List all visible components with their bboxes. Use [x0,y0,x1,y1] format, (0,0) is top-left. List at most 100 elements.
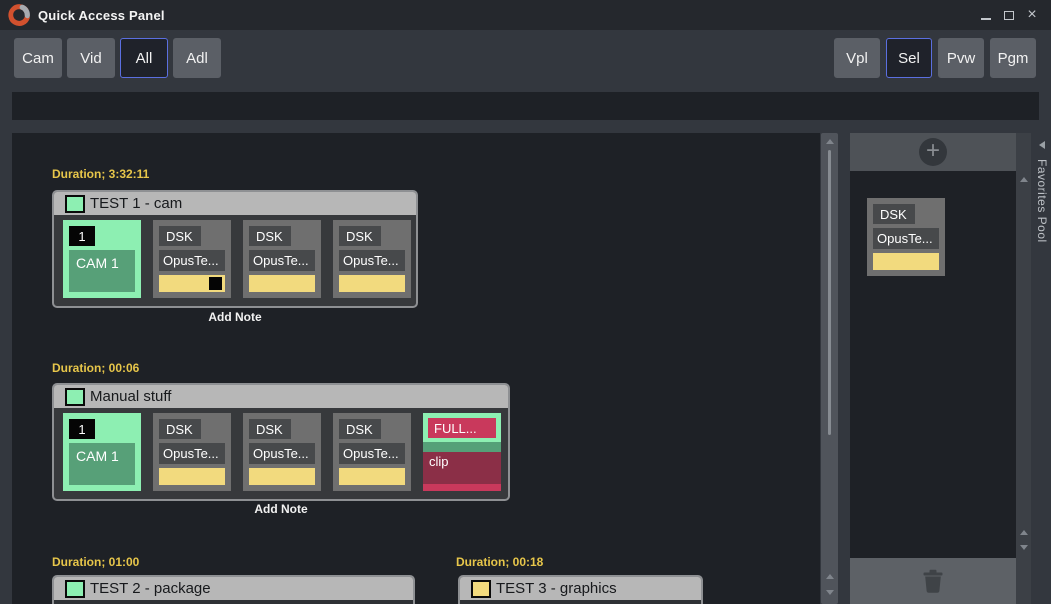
group-duration: Duration; 00:18 [456,555,543,569]
full-label: FULL... [428,418,496,438]
dsk-color-bar [873,253,939,270]
group-duration: Duration; 00:06 [52,361,139,375]
cam-tile[interactable]: 1 CAM 1 [63,220,141,298]
dsk-key-label: DSK [249,419,291,439]
dsk-tile[interactable]: DSK OpusTe... [243,220,321,298]
group-body [460,600,701,604]
mode-button-vpl[interactable]: Vpl [834,38,880,78]
window-title: Quick Access Panel [38,8,165,23]
dsk-color-bar [339,275,405,292]
scroll-up-icon[interactable] [826,574,834,579]
dsk-source-label: OpusTe... [339,443,405,464]
dsk-tile[interactable]: DSK OpusTe... [243,413,321,491]
dsk-marker-icon [209,277,222,290]
dsk-source-label: OpusTe... [339,250,405,271]
dsk-color-bar [249,468,315,485]
dsk-source-label: OpusTe... [159,443,225,464]
close-button[interactable]: × [1025,7,1039,23]
favorites-pool-collapse-strip[interactable]: Favorites Pool [1033,133,1051,604]
group-title: TEST 2 - package [90,580,211,597]
add-favorite-button[interactable]: + [919,138,947,166]
filter-button-vid[interactable]: Vid [67,38,115,78]
dsk-key-label: DSK [159,226,201,246]
maximize-icon [1004,11,1014,20]
group-color-swatch [65,580,85,598]
group-title: TEST 3 - graphics [496,580,617,597]
main-scrollbar[interactable] [821,133,838,604]
rundown-group-test2: TEST 2 - package [52,575,415,604]
favorites-header: + [850,133,1016,171]
quick-access-panel-window: Quick Access Panel × Cam Vid All Adl Vpl… [0,0,1051,604]
cam-tile[interactable]: 1 CAM 1 [63,413,141,491]
favorites-pool-side-label: Favorites Pool [1035,159,1049,243]
dsk-key-label: DSK [159,419,201,439]
rundown-group-test1: TEST 1 - cam 1 CAM 1 DSK OpusTe... DSK O… [52,190,418,308]
dsk-key-label: DSK [873,204,915,224]
favorite-dsk-tile[interactable]: DSK OpusTe... [867,198,945,276]
group-header[interactable]: Manual stuff [54,385,508,408]
filter-button-all[interactable]: All [120,38,168,78]
scroll-down-icon[interactable] [826,590,834,595]
scroll-up-icon[interactable] [1020,177,1028,182]
filter-bar[interactable] [12,92,1039,120]
dsk-tile[interactable]: DSK OpusTe... [333,413,411,491]
clip-progress-strip [423,442,501,452]
mode-button-pvw[interactable]: Pvw [938,38,984,78]
group-title: Manual stuff [90,388,171,405]
fullscreen-clip-tile[interactable]: FULL... clip [423,413,501,491]
group-color-swatch [65,388,85,406]
favorites-scrollbar[interactable] [1016,133,1031,604]
dsk-key-label: DSK [249,226,291,246]
delete-favorite-dropzone[interactable] [850,558,1016,604]
rundown-content-area[interactable]: Duration; 3:32:11 TEST 1 - cam 1 CAM 1 D… [12,133,820,604]
window-controls: × [979,0,1039,30]
group-header[interactable]: TEST 3 - graphics [460,577,701,600]
group-body: 1 CAM 1 DSK OpusTe... DSK OpusTe... DSK … [54,408,508,499]
dsk-color-bar [339,468,405,485]
group-duration: Duration; 3:32:11 [52,167,149,181]
filter-button-adl[interactable]: Adl [173,38,221,78]
favorites-list[interactable]: DSK OpusTe... [850,171,1016,558]
dsk-source-label: OpusTe... [873,228,939,249]
scroll-down-icon[interactable] [1020,545,1028,550]
dsk-tile[interactable]: DSK OpusTe... [153,220,231,298]
rundown-group-manual-stuff: Manual stuff 1 CAM 1 DSK OpusTe... DSK O… [52,383,510,501]
cam-label: CAM 1 [69,443,135,485]
dsk-key-label: DSK [339,226,381,246]
dsk-color-bar [249,275,315,292]
add-note-button[interactable]: Add Note [52,310,418,324]
favorites-pool-panel: + DSK OpusTe... [850,133,1016,604]
group-duration: Duration; 01:00 [52,555,139,569]
minimize-button[interactable] [979,7,993,23]
dsk-source-label: OpusTe... [249,443,315,464]
scroll-up-icon[interactable] [1020,530,1028,535]
group-title: TEST 1 - cam [90,195,182,212]
minimize-icon [981,18,991,20]
dsk-tile[interactable]: DSK OpusTe... [153,413,231,491]
collapse-arrow-icon [1039,141,1045,149]
group-color-swatch [65,195,85,213]
group-body [54,600,413,604]
cam-label: CAM 1 [69,250,135,292]
mode-button-sel[interactable]: Sel [886,38,932,78]
group-body: 1 CAM 1 DSK OpusTe... DSK OpusTe... DSK … [54,215,416,306]
mode-button-pgm[interactable]: Pgm [990,38,1036,78]
group-header[interactable]: TEST 1 - cam [54,192,416,215]
filter-button-cam[interactable]: Cam [14,38,62,78]
add-note-button[interactable]: Add Note [52,502,510,516]
title-bar[interactable]: Quick Access Panel × [0,0,1051,30]
app-logo-icon [7,3,31,27]
dsk-source-label: OpusTe... [249,250,315,271]
scroll-up-icon[interactable] [826,139,834,144]
maximize-button[interactable] [1002,7,1016,23]
clip-label: clip [423,452,501,484]
scrollbar-thumb[interactable] [828,150,831,435]
dsk-color-bar [159,275,225,292]
dsk-source-label: OpusTe... [159,250,225,271]
dsk-key-label: DSK [339,419,381,439]
group-header[interactable]: TEST 2 - package [54,577,413,600]
dsk-tile[interactable]: DSK OpusTe... [333,220,411,298]
cam-badge: 1 [69,226,95,246]
plus-icon: + [926,137,940,164]
dsk-color-bar [159,468,225,485]
